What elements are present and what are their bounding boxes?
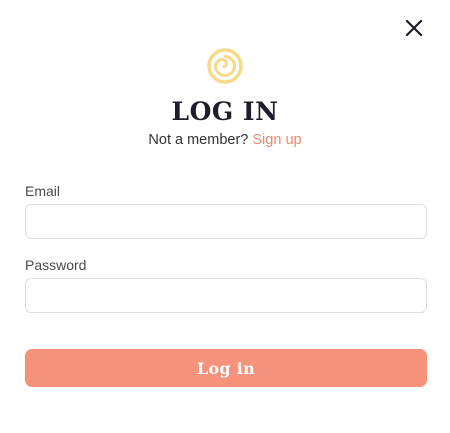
page-title: LOG IN <box>171 97 279 126</box>
signup-link[interactable]: Sign up <box>252 132 301 148</box>
email-field[interactable] <box>25 204 427 239</box>
email-label: Email <box>25 183 61 199</box>
close-icon <box>405 19 423 37</box>
password-field[interactable] <box>25 278 427 313</box>
close-button[interactable] <box>402 16 426 40</box>
login-dialog: LOG IN Not a member? Sign up Email Passw… <box>0 0 450 433</box>
login-button[interactable]: Log in <box>25 349 427 387</box>
password-label: Password <box>25 257 87 273</box>
spiral-logo-icon <box>207 48 243 84</box>
signup-prompt: Not a member? Sign up <box>0 130 450 150</box>
signup-prompt-text: Not a member? <box>148 132 249 148</box>
